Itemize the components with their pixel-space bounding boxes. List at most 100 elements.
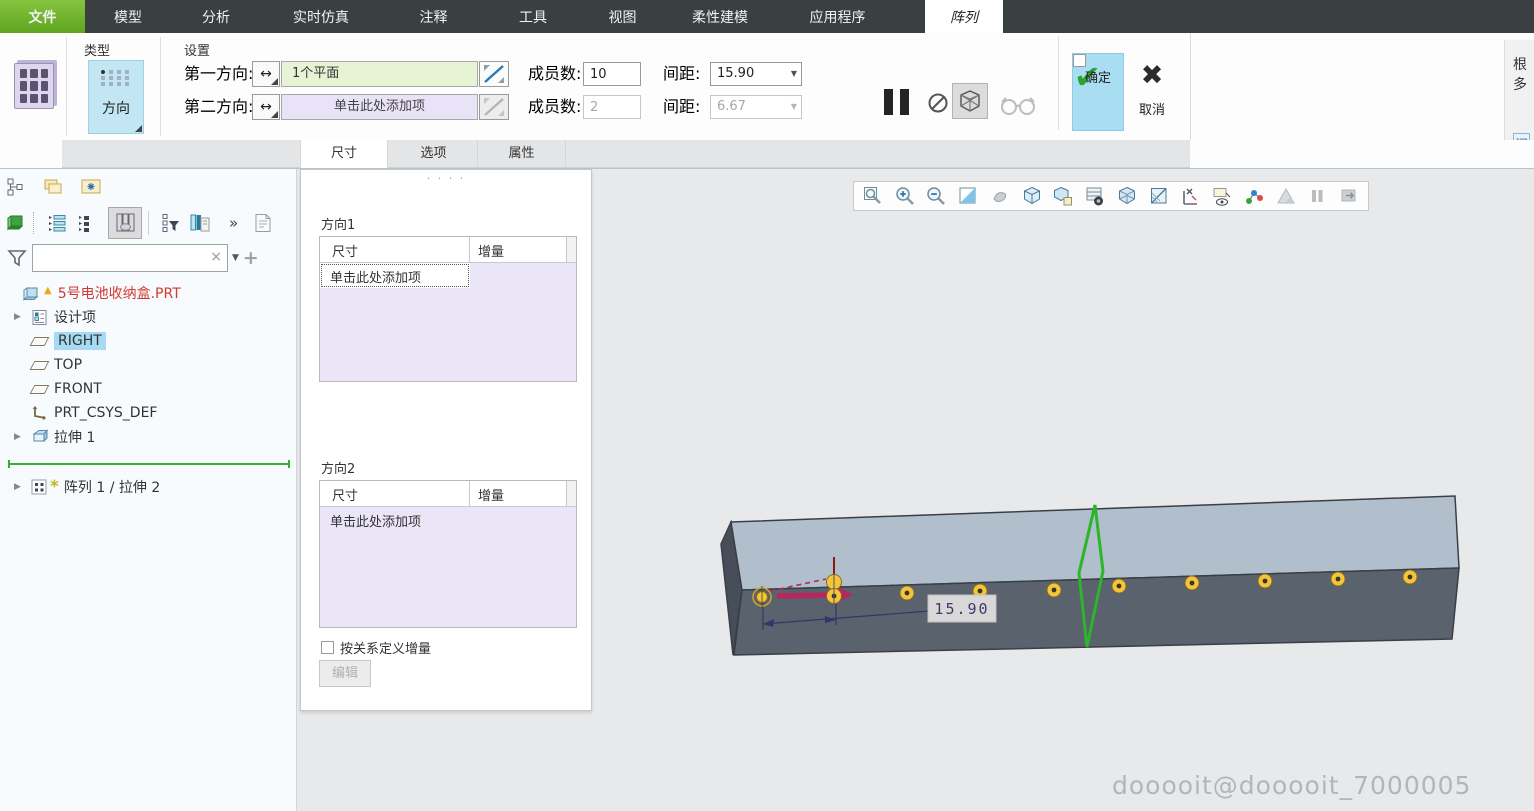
table-scrollbar-track[interactable] [567, 481, 576, 506]
cancel-button[interactable]: ✖ 取消 [1128, 53, 1176, 131]
search-dropdown-icon[interactable]: ▼ [232, 253, 239, 263]
menu-tab-apps[interactable]: 应用程序 [775, 0, 900, 33]
extrude-feature-icon [28, 428, 50, 446]
tree-filter-button[interactable] [155, 209, 185, 237]
increment-column-header[interactable]: 增量 [470, 237, 567, 262]
tree-item-label[interactable]: 设计项 [54, 307, 96, 327]
tree-caret-icon[interactable]: ▶ [14, 432, 28, 442]
tree-search-box: × [32, 244, 228, 272]
relation-checkbox[interactable] [321, 641, 334, 654]
datum-plane-icon [28, 336, 50, 346]
members1-input[interactable] [583, 62, 641, 86]
expand-list-button[interactable] [42, 209, 72, 237]
search-clear-icon[interactable]: × [210, 249, 222, 265]
tree-item-label[interactable]: 5号电池收纳盒.PRT [58, 283, 181, 303]
direction2-label: 方向2 [321, 462, 356, 477]
design-items-icon [28, 309, 50, 326]
menu-tab-flexmodel[interactable]: 柔性建模 [665, 0, 775, 33]
menu-tab-file[interactable]: 文件 [0, 0, 85, 33]
tree-item-label[interactable]: 拉伸 1 [54, 427, 95, 447]
tree-caret-icon[interactable]: ▶ [14, 312, 28, 322]
dropdown-arrow-icon: ▼ [790, 102, 797, 111]
no-preview-button[interactable] [920, 85, 956, 121]
tree-item-extrude1[interactable]: ▶ 拉伸 1 [0, 425, 297, 449]
members1-label: 成员数: [528, 64, 582, 83]
ribbon-separator [160, 37, 161, 136]
spacing1-value: 15.90 [717, 66, 755, 81]
tab-properties[interactable]: 属性 [478, 140, 566, 168]
filter-funnel-icon [7, 250, 27, 267]
panel-drag-handle[interactable]: · · · · [301, 172, 591, 185]
tree-item-label[interactable]: FRONT [54, 381, 102, 397]
second-direction-swap-button[interactable]: ↔ [252, 94, 280, 120]
geometry-preview-toggle[interactable] [952, 83, 988, 119]
show-part-button[interactable] [0, 209, 30, 237]
toolbar-drag-handle[interactable] [33, 212, 39, 234]
ok-button[interactable]: ✔ 确定 [1072, 53, 1124, 131]
tree-item-front-plane[interactable]: FRONT [0, 377, 297, 401]
menu-tab-pattern-active[interactable]: 阵列 [925, 0, 1003, 33]
dimension-value-label[interactable]: 15.90 [927, 594, 997, 623]
app-window: 文件 模型 分析 实时仿真 注释 工具 视图 柔性建模 应用程序 阵列 类型 方… [0, 0, 1534, 811]
feature-preview-button[interactable] [996, 87, 1040, 123]
menu-tab-tools[interactable]: 工具 [486, 0, 580, 33]
tab-options[interactable]: 选项 [390, 140, 478, 168]
pause-icon [883, 89, 893, 115]
tree-toolbar-row1 [0, 173, 297, 201]
list-collapse-icon [79, 216, 89, 232]
first-direction-collector[interactable]: 1个平面 [281, 61, 478, 87]
wireframe-preview-icon [960, 90, 980, 112]
direction1-add-item-cell[interactable]: 单击此处添加项 [320, 263, 470, 288]
model-tree-view-button[interactable] [0, 173, 30, 201]
tree-settings-button[interactable] [76, 173, 106, 201]
insertion-indicator-line[interactable] [8, 460, 290, 468]
layers-folder-icon [44, 179, 62, 194]
dropdown-arrow-icon[interactable]: ▼ [791, 63, 797, 85]
tree-item-right-plane[interactable]: RIGHT [0, 329, 297, 353]
pause-button[interactable] [878, 85, 914, 119]
menu-tab-view[interactable]: 视图 [580, 0, 665, 33]
direction1-label: 方向1 [321, 218, 356, 233]
tree-info-button[interactable] [248, 209, 278, 237]
tree-column-settings-button[interactable] [185, 209, 215, 237]
spacing2-dropdown[interactable]: 6.67 ▼ [710, 95, 802, 119]
dimension-column-header[interactable]: 尺寸 [320, 481, 470, 506]
tree-item-design-items[interactable]: ▶ 设计项 [0, 305, 297, 329]
menu-tab-annotate[interactable]: 注释 [381, 0, 486, 33]
tree-item-label[interactable]: PRT_CSYS_DEF [54, 405, 157, 421]
tree-item-pattern1[interactable]: ▶ * 阵列 1 / 拉伸 2 [0, 475, 297, 499]
layer-tree-button[interactable] [38, 173, 68, 201]
direction2-edit-button[interactable]: 编辑 [319, 660, 371, 687]
tab-dimensions[interactable]: 尺寸 [300, 140, 388, 168]
dimension-column-header[interactable]: 尺寸 [320, 237, 470, 262]
collapse-list-button[interactable] [72, 209, 102, 237]
direction-dots-icon [89, 70, 143, 86]
tree-columns-button[interactable] [108, 207, 142, 239]
increment-column-header[interactable]: 增量 [470, 481, 567, 506]
second-direction-collector[interactable]: 单击此处添加项 [281, 94, 478, 120]
second-direction-flip-button[interactable] [479, 94, 509, 120]
menu-tab-simulation[interactable]: 实时仿真 [261, 0, 381, 33]
tree-item-label[interactable]: TOP [54, 357, 82, 373]
relation-checkbox-label: 按关系定义增量 [340, 642, 432, 657]
add-filter-button[interactable]: + [243, 247, 259, 269]
direction1-table: 尺寸 增量 单击此处添加项 [319, 236, 577, 382]
menu-tab-model[interactable]: 模型 [85, 0, 171, 33]
tree-item-label[interactable]: 阵列 1 / 拉伸 2 [64, 477, 160, 497]
tree-item-csys[interactable]: PRT_CSYS_DEF [0, 401, 297, 425]
tree-caret-icon[interactable]: ▶ [14, 482, 28, 492]
first-direction-swap-button[interactable]: ↔ [252, 61, 280, 87]
spacing1-dropdown[interactable]: 15.90 ▼ [710, 62, 802, 86]
toolbar-overflow-button[interactable]: » [225, 214, 242, 232]
tree-item-label[interactable]: RIGHT [54, 332, 106, 350]
direction2-add-item-cell[interactable]: 单击此处添加项 [320, 507, 576, 532]
dashboard-tab-strip: 尺寸 选项 属性 [0, 140, 1534, 168]
tree-item-part-root[interactable]: ▲ 5号电池收纳盒.PRT [0, 281, 297, 305]
members2-input[interactable] [583, 95, 641, 119]
direction-type-button[interactable]: 方向 [88, 60, 144, 134]
menu-tab-analysis[interactable]: 分析 [171, 0, 261, 33]
first-direction-flip-button[interactable] [479, 61, 509, 87]
tree-item-top-plane[interactable]: TOP [0, 353, 297, 377]
table-scrollbar-track[interactable] [567, 237, 576, 262]
tree-search-input[interactable] [35, 247, 205, 269]
